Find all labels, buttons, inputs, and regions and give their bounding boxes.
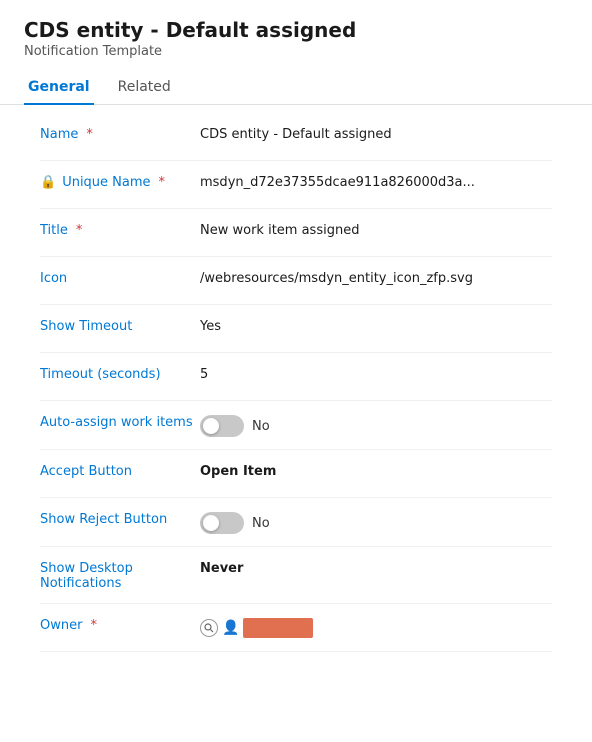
- field-show-reject-button: Show Reject Button No: [40, 498, 552, 547]
- required-star-name: *: [86, 127, 93, 142]
- label-icon: Icon: [40, 269, 200, 286]
- toggle-show-reject[interactable]: [200, 512, 244, 534]
- field-auto-assign: Auto-assign work items No: [40, 401, 552, 450]
- required-star-unique-name: *: [159, 175, 166, 190]
- label-accept-button: Accept Button: [40, 462, 200, 479]
- owner-lookup-icon: [204, 623, 214, 633]
- value-unique-name: msdyn_d72e37355dcae911a826000d3a...: [200, 173, 552, 190]
- label-owner: Owner *: [40, 616, 200, 633]
- value-name: CDS entity - Default assigned: [200, 125, 552, 142]
- field-show-desktop-notifications: Show Desktop Notifications Never: [40, 547, 552, 604]
- value-show-reject-button: No: [200, 510, 552, 534]
- lock-icon: 🔒: [40, 175, 56, 190]
- owner-icons-wrapper: 👤: [200, 618, 552, 638]
- value-show-timeout: Yes: [200, 317, 552, 334]
- value-auto-assign: No: [200, 413, 552, 437]
- toggle-auto-assign-wrapper: No: [200, 415, 552, 437]
- tab-related[interactable]: Related: [114, 71, 175, 105]
- value-title: New work item assigned: [200, 221, 552, 238]
- field-title: Title * New work item assigned: [40, 209, 552, 257]
- field-name: Name * CDS entity - Default assigned: [40, 113, 552, 161]
- label-icon-text: Icon: [40, 271, 67, 286]
- owner-circle-icon[interactable]: [200, 619, 218, 637]
- tab-general[interactable]: General: [24, 71, 94, 105]
- required-star-owner: *: [90, 618, 97, 633]
- label-unique-name: 🔒 Unique Name *: [40, 173, 200, 190]
- page-title: CDS entity - Default assigned: [24, 18, 568, 42]
- label-show-reject-button-text: Show Reject Button: [40, 512, 167, 527]
- toggle-auto-assign[interactable]: [200, 415, 244, 437]
- field-show-timeout: Show Timeout Yes: [40, 305, 552, 353]
- value-icon: /webresources/msdyn_entity_icon_zfp.svg: [200, 269, 552, 286]
- value-show-desktop-notifications: Never: [200, 559, 552, 576]
- label-name: Name *: [40, 125, 200, 142]
- toggle-knob-auto-assign: [203, 418, 219, 434]
- toggle-knob-show-reject: [203, 515, 219, 531]
- label-accept-button-text: Accept Button: [40, 464, 132, 479]
- label-auto-assign-text: Auto-assign work items: [40, 415, 193, 430]
- label-timeout-seconds-text: Timeout (seconds): [40, 367, 161, 382]
- toggle-label-auto-assign: No: [252, 419, 270, 434]
- label-title-text: Title: [40, 223, 68, 238]
- label-name-text: Name: [40, 127, 78, 142]
- label-owner-text: Owner: [40, 618, 82, 633]
- value-accept-button: Open Item: [200, 462, 552, 479]
- field-timeout-seconds: Timeout (seconds) 5: [40, 353, 552, 401]
- owner-person-icon: 👤: [222, 620, 239, 636]
- label-show-timeout: Show Timeout: [40, 317, 200, 334]
- label-auto-assign: Auto-assign work items: [40, 413, 200, 430]
- toggle-show-reject-wrapper: No: [200, 512, 552, 534]
- page-subtitle: Notification Template: [24, 44, 568, 59]
- label-show-timeout-text: Show Timeout: [40, 319, 132, 334]
- value-owner: 👤: [200, 616, 552, 638]
- owner-bar: [243, 618, 313, 638]
- tab-bar: General Related: [0, 71, 592, 105]
- label-show-reject-button: Show Reject Button: [40, 510, 200, 527]
- label-title: Title *: [40, 221, 200, 238]
- value-timeout-seconds: 5: [200, 365, 552, 382]
- page-header: CDS entity - Default assigned Notificati…: [0, 0, 592, 59]
- label-timeout-seconds: Timeout (seconds): [40, 365, 200, 382]
- field-icon: Icon /webresources/msdyn_entity_icon_zfp…: [40, 257, 552, 305]
- label-show-desktop-notifications: Show Desktop Notifications: [40, 559, 200, 591]
- label-unique-name-text: Unique Name: [62, 175, 150, 190]
- field-unique-name: 🔒 Unique Name * msdyn_d72e37355dcae911a8…: [40, 161, 552, 209]
- field-accept-button: Accept Button Open Item: [40, 450, 552, 498]
- form-container: Name * CDS entity - Default assigned 🔒 U…: [0, 105, 592, 660]
- required-star-title: *: [76, 223, 83, 238]
- field-owner: Owner * 👤: [40, 604, 552, 652]
- label-show-desktop-notifications-text: Show Desktop Notifications: [40, 561, 200, 591]
- toggle-label-show-reject: No: [252, 516, 270, 531]
